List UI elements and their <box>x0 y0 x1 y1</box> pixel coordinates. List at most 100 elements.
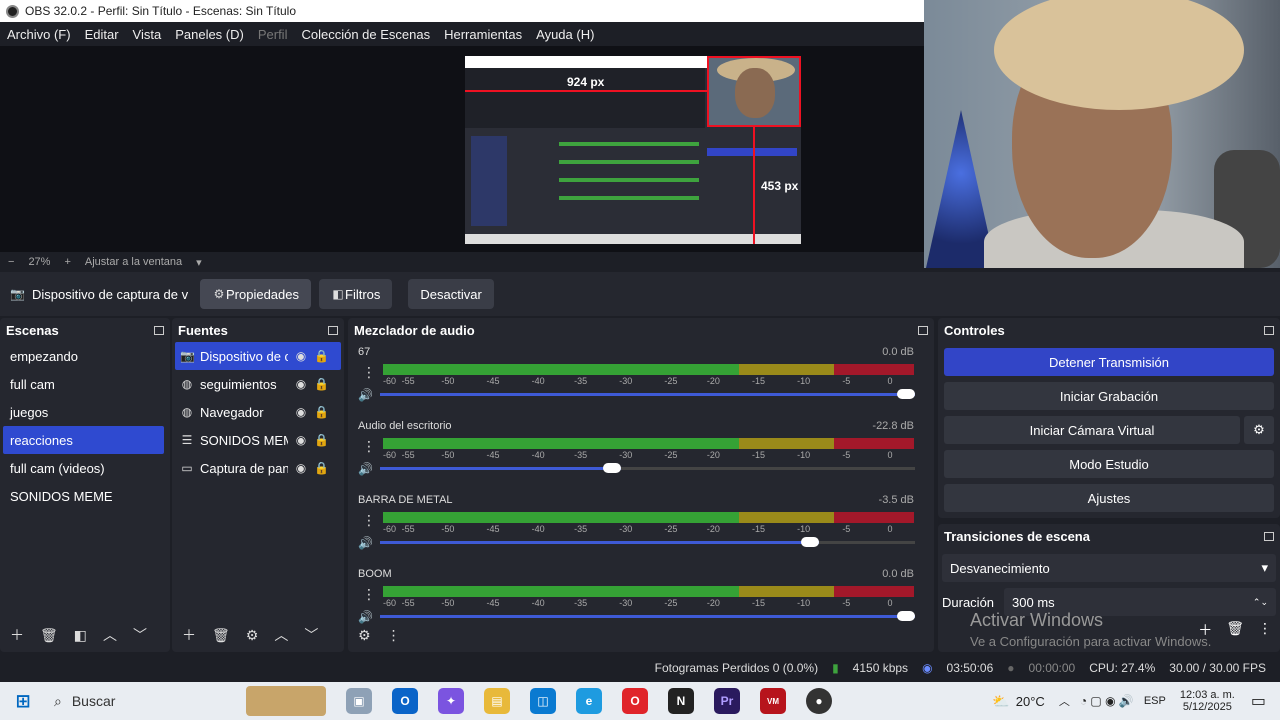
volume-slider[interactable] <box>380 463 915 473</box>
volume-knob[interactable] <box>897 389 915 399</box>
add-icon[interactable]: ＋ <box>1198 620 1212 640</box>
copilot-icon[interactable]: ✦ <box>438 688 464 714</box>
lock-icon[interactable]: 🔒 <box>314 377 329 391</box>
filters-button[interactable]: ◧ Filtros <box>319 279 393 309</box>
scene-item-full-cam[interactable]: full cam <box>0 370 170 398</box>
add-icon[interactable]: ＋ <box>10 625 24 645</box>
speaker-icon[interactable]: 🔊 <box>358 536 373 550</box>
menu-paneles[interactable]: Paneles (D) <box>175 27 244 42</box>
channel-menu-icon[interactable]: ⋮ <box>362 586 376 603</box>
scene-item-juegos[interactable]: juegos <box>0 398 170 426</box>
volume-slider[interactable] <box>380 537 915 547</box>
scene-item-sonidos-meme[interactable]: SONIDOS MEME <box>0 482 170 510</box>
volume-slider[interactable] <box>380 389 915 399</box>
undock-icon[interactable] <box>328 325 338 335</box>
gear-icon[interactable]: ⚙ <box>246 627 259 644</box>
speaker-icon[interactable]: 🔊 <box>358 388 373 402</box>
menu-ayuda[interactable]: Ayuda (H) <box>536 27 594 42</box>
outlook-icon[interactable]: O <box>392 688 418 714</box>
eye-icon[interactable]: ◉ <box>294 461 308 475</box>
filter-icon[interactable]: ◧ <box>74 627 87 644</box>
more-icon[interactable]: ⋮ <box>1258 620 1272 640</box>
channel-menu-icon[interactable]: ⋮ <box>362 512 376 529</box>
store-icon[interactable]: ◫ <box>530 688 556 714</box>
trash-icon[interactable]: 🗑 <box>40 627 58 644</box>
start-virtual-cam-button[interactable]: Iniciar Cámara Virtual <box>944 416 1240 444</box>
volume-knob[interactable] <box>800 537 819 547</box>
spinner-icon[interactable]: ⌃⌄ <box>1253 597 1268 608</box>
tray-icons[interactable]: ◔ ▢ ◉ 🔊 <box>1080 694 1134 708</box>
eye-icon[interactable]: ◉ <box>294 433 308 447</box>
lock-icon[interactable]: 🔒 <box>314 405 329 419</box>
deactivate-button[interactable]: Desactivar <box>408 279 494 309</box>
studio-mode-button[interactable]: Modo Estudio <box>944 450 1274 478</box>
source-item[interactable]: ◍ Navegador ◉ 🔒 <box>172 398 344 426</box>
windows-start-icon[interactable]: ⊞ <box>10 688 36 714</box>
scene-item-full-cam-videos[interactable]: full cam (videos) <box>0 454 170 482</box>
menu-vista[interactable]: Vista <box>133 27 162 42</box>
obs-taskbar-icon[interactable]: ● <box>806 688 832 714</box>
undock-icon[interactable] <box>1264 531 1274 541</box>
trash-icon[interactable]: 🗑 <box>1226 620 1244 640</box>
menu-archivo[interactable]: Archivo (F) <box>7 27 71 42</box>
chevron-down-icon[interactable]: ﹀ <box>304 625 318 645</box>
settings-button[interactable]: Ajustes <box>944 484 1274 512</box>
menu-herramientas[interactable]: Herramientas <box>444 27 522 42</box>
chevron-up-icon[interactable]: ︿ <box>103 625 117 645</box>
clock[interactable]: 12:03 a. m. 5/12/2025 <box>1180 689 1235 713</box>
mixer-title: Mezclador de audio <box>354 322 475 338</box>
scene-item-reacciones[interactable]: reacciones <box>3 426 164 454</box>
taskbar-search[interactable]: ⌕ Buscar <box>46 683 246 719</box>
edge-icon[interactable]: e <box>576 688 602 714</box>
lock-icon[interactable]: 🔒 <box>314 433 329 447</box>
eye-icon[interactable]: ◉ <box>294 349 308 363</box>
weather-temp[interactable]: 20°C <box>1016 694 1045 709</box>
file-explorer-icon[interactable]: ▤ <box>484 688 510 714</box>
virtual-cam-settings-gear-icon[interactable]: ⚙ <box>1244 416 1274 444</box>
volume-knob[interactable] <box>897 611 915 621</box>
trash-icon[interactable]: 🗑 <box>212 627 230 644</box>
scene-item-empezando[interactable]: empezando <box>0 342 170 370</box>
tray-chevron-icon[interactable]: ︿ <box>1059 693 1070 709</box>
undock-icon[interactable] <box>154 325 164 335</box>
volume-knob[interactable] <box>602 463 621 473</box>
notification-icon[interactable]: ▭ <box>1251 691 1266 711</box>
source-item[interactable]: ▭ Captura de pan ◉ 🔒 <box>172 454 344 482</box>
gear-icon[interactable]: ⚙ <box>358 627 371 644</box>
channel-menu-icon[interactable]: ⋮ <box>362 364 376 381</box>
start-recording-button[interactable]: Iniciar Grabación <box>944 382 1274 410</box>
add-icon[interactable]: ＋ <box>182 625 196 645</box>
weather-icon[interactable]: ⛅ <box>992 693 1009 710</box>
opera-icon[interactable]: O <box>622 688 648 714</box>
channel-menu-icon[interactable]: ⋮ <box>362 438 376 455</box>
transition-select[interactable]: Desvanecimiento ▾ <box>942 554 1276 582</box>
undock-icon[interactable] <box>1264 325 1274 335</box>
chevron-up-icon[interactable]: ︿ <box>274 625 288 645</box>
notion-icon[interactable]: N <box>668 688 694 714</box>
stop-stream-button[interactable]: Detener Transmisión <box>944 348 1274 376</box>
eye-icon[interactable]: ◉ <box>294 377 308 391</box>
lock-icon[interactable]: 🔒 <box>314 461 329 475</box>
properties-button[interactable]: ⚙ Propiedades <box>200 279 311 309</box>
source-item[interactable]: 📷 Dispositivo de c ◉ 🔒 <box>175 342 341 370</box>
chevron-down-icon[interactable]: ﹀ <box>133 625 147 645</box>
zoom-out-icon[interactable]: − <box>8 256 14 268</box>
source-item[interactable]: ◍ seguimientos ◉ 🔒 <box>172 370 344 398</box>
eye-icon[interactable]: ◉ <box>294 405 308 419</box>
volume-slider[interactable] <box>380 611 915 621</box>
zoom-in-icon[interactable]: + <box>64 256 70 268</box>
voicemeeter-icon[interactable]: VM <box>760 688 786 714</box>
menu-coleccion[interactable]: Colección de Escenas <box>301 27 430 42</box>
more-icon[interactable]: ⋮ <box>387 627 401 644</box>
speaker-icon[interactable]: 🔊 <box>358 462 373 476</box>
selected-source-box[interactable] <box>707 56 801 127</box>
lock-icon[interactable]: 🔒 <box>314 349 329 363</box>
task-view-icon[interactable]: ▣ <box>346 688 372 714</box>
fit-window-label[interactable]: Ajustar a la ventana <box>85 256 182 268</box>
language-indicator[interactable]: ESP <box>1144 695 1166 707</box>
menu-editar[interactable]: Editar <box>85 27 119 42</box>
chevron-down-icon[interactable]: ▾ <box>196 256 202 269</box>
premiere-icon[interactable]: Pr <box>714 688 740 714</box>
source-item[interactable]: ☰ SONIDOS MEM ◉ 🔒 <box>172 426 344 454</box>
undock-icon[interactable] <box>918 325 928 335</box>
